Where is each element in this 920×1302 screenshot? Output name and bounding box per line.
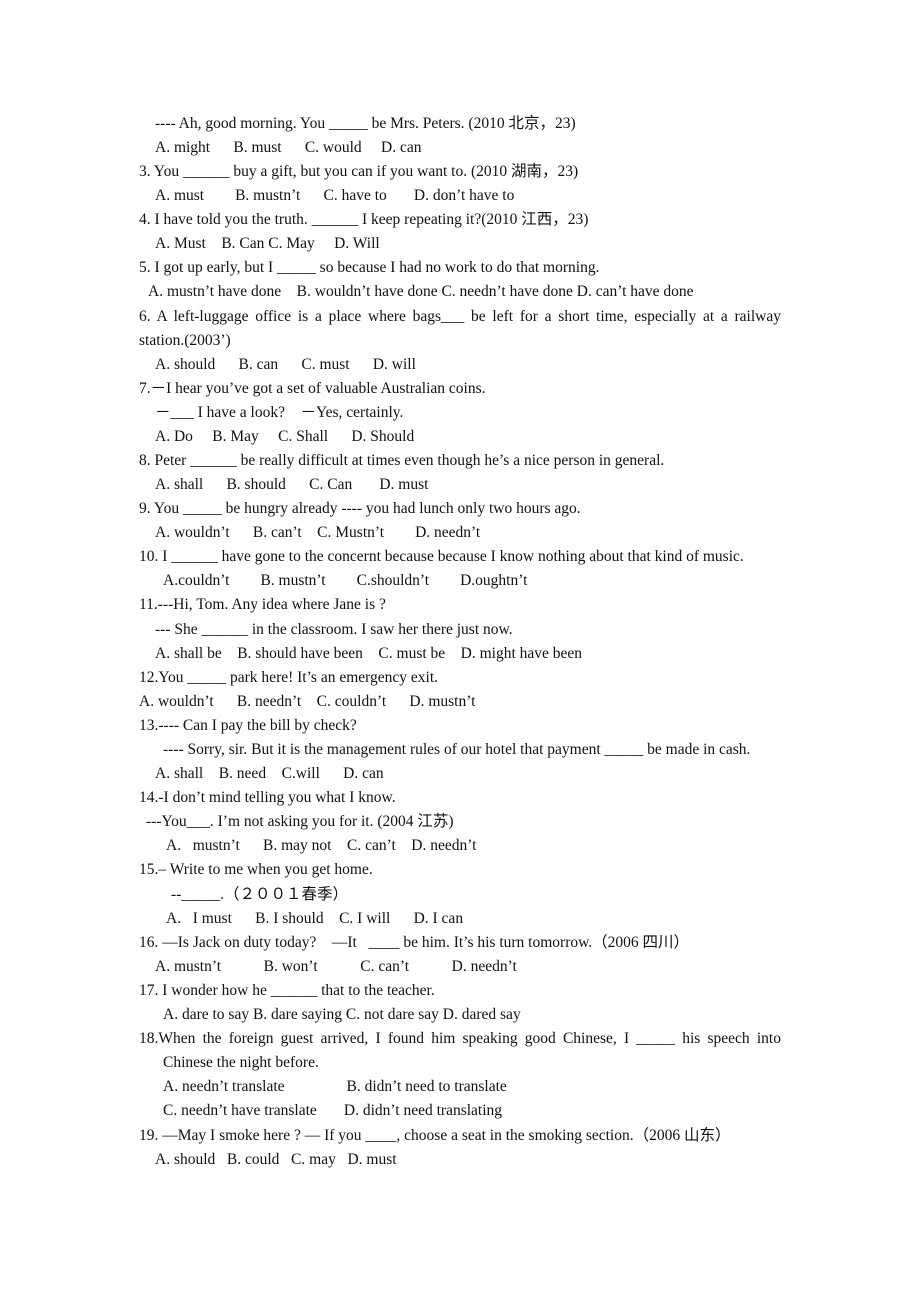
q2-options: A. might B. must C. would D. can <box>155 139 422 156</box>
q3-options: A. must B. mustn’t C. have to D. don’t h… <box>155 187 515 204</box>
q16-question: 16. —Is Jack on duty today? —It ____ be … <box>139 934 690 951</box>
q18-options-cd: C. needn’t have translate D. didn’t need… <box>163 1102 503 1119</box>
q15-options: A. I must B. I should C. I will D. I can <box>166 910 464 927</box>
q15-question-cont: --_____.（２００１春季） <box>171 886 348 903</box>
q7-question: 7.－I hear you’ve got a set of valuable A… <box>139 380 486 397</box>
q10-question: 10. I ______ have gone to the concernt b… <box>139 548 744 565</box>
q8-question: 8. Peter ______ be really difficult at t… <box>139 452 665 469</box>
q6-options: A. should B. can C. must D. will <box>155 356 416 373</box>
document-page: ---- Ah, good morning. You _____ be Mrs.… <box>0 0 920 1302</box>
q14-question: 14.-I don’t mind telling you what I know… <box>139 789 396 806</box>
q6-question: 6. A left-luggage office is a place wher… <box>139 308 781 325</box>
q3-question: 3. You ______ buy a gift, but you can if… <box>139 163 579 180</box>
q19-question: 19. —May I smoke here ? — If you ____, c… <box>139 1127 731 1144</box>
q11-question: 11.---Hi, Tom. Any idea where Jane is ? <box>139 596 386 613</box>
q8-options: A. shall B. should C. Can D. must <box>155 476 429 493</box>
q5-options: A. mustn’t have done B. wouldn’t have do… <box>148 283 694 300</box>
q14-options: A. mustn’t B. may not C. can’t D. needn’… <box>166 837 477 854</box>
q16-options: A. mustn’t B. won’t C. can’t D. needn’t <box>155 958 517 975</box>
q4-options: A. Must B. Can C. May D. Will <box>155 235 380 252</box>
q5-question: 5. I got up early, but I _____ so becaus… <box>139 259 600 276</box>
q7-question-cont: －___ I have a look? －Yes, certainly. <box>155 404 404 421</box>
q15-question: 15.– Write to me when you get home. <box>139 861 373 878</box>
q13-options: A. shall B. need C.will D. can <box>155 765 384 782</box>
q14-question-cont: ---You___. I’m not asking you for it. (2… <box>146 813 454 830</box>
q10-options: A.couldn’t B. mustn’t C.shouldn’t D.ough… <box>163 572 528 589</box>
q11-question-cont: --- She ______ in the classroom. I saw h… <box>155 621 513 638</box>
q9-options: A. wouldn’t B. can’t C. Mustn’t D. needn… <box>155 524 481 541</box>
q11-options: A. shall be B. should have been C. must … <box>155 645 583 662</box>
q6-question-cont: station.(2003’) <box>139 332 231 349</box>
q19-options: A. should B. could C. may D. must <box>155 1151 397 1168</box>
q18-options-ab: A. needn’t translate B. didn’t need to t… <box>163 1078 507 1095</box>
q17-options: A. dare to say B. dare saying C. not dar… <box>163 1006 521 1023</box>
q12-question: 12.You _____ park here! It’s an emergenc… <box>139 669 439 686</box>
q12-options: A. wouldn’t B. needn’t C. couldn’t D. mu… <box>139 693 476 710</box>
q18-question-cont: Chinese the night before. <box>163 1054 319 1071</box>
q9-question: 9. You _____ be hungry already ---- you … <box>139 500 581 517</box>
q18-question: 18.When the foreign guest arrived, I fou… <box>139 1030 781 1047</box>
q17-question: 17. I wonder how he ______ that to the t… <box>139 982 435 999</box>
q13-question-cont: ---- Sorry, sir. But it is the managemen… <box>163 741 751 758</box>
q13-question: 13.---- Can I pay the bill by check? <box>139 717 357 734</box>
q2-line-2: ---- Ah, good morning. You _____ be Mrs.… <box>155 115 576 132</box>
q7-options: A. Do B. May C. Shall D. Should <box>155 428 415 445</box>
q4-question: 4. I have told you the truth. ______ I k… <box>139 211 589 228</box>
